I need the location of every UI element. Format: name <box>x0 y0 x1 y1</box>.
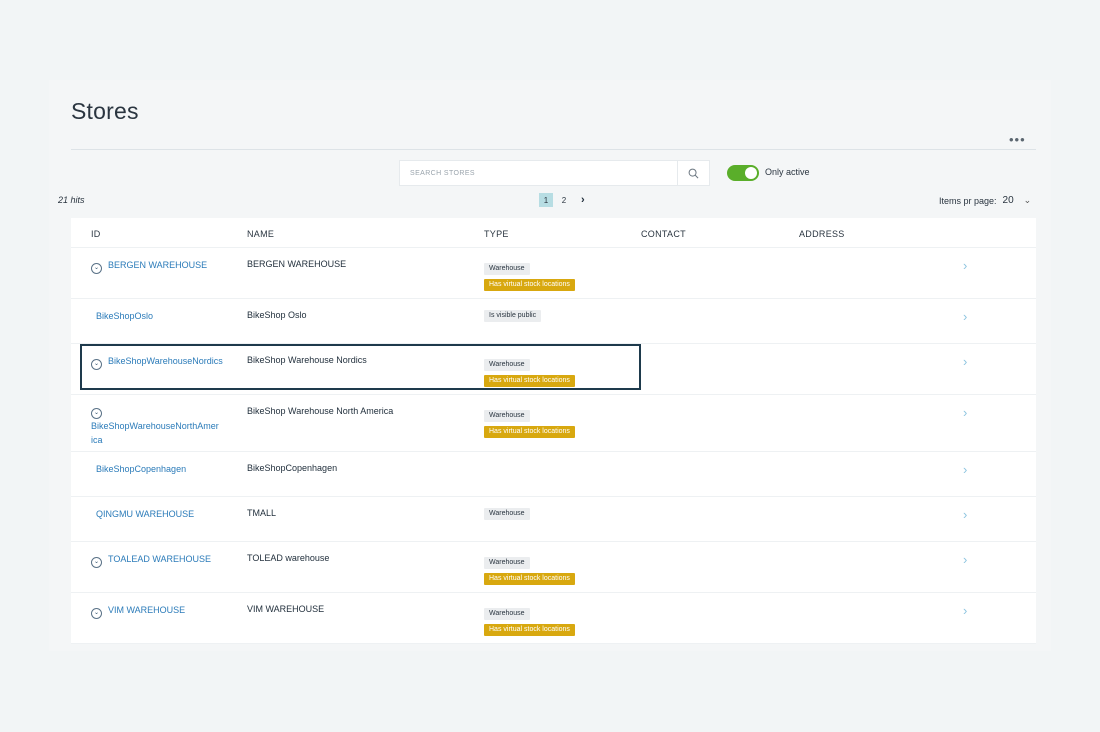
status-badge: Warehouse <box>484 508 530 520</box>
store-name: TOLEAD warehouse <box>247 553 330 563</box>
table-row[interactable]: ⌄ BikeShopWarehouseNorthAmer ica BikeSho… <box>71 395 1036 452</box>
store-name: BikeShopCopenhagen <box>247 463 338 473</box>
store-id-link[interactable]: QINGMU WAREHOUSE <box>96 507 194 521</box>
chevron-down-icon[interactable]: ⌄ <box>91 408 102 419</box>
chevron-right-icon[interactable]: › <box>963 507 967 522</box>
status-badge: Warehouse <box>484 410 530 422</box>
search-bar <box>399 160 710 186</box>
table-header: ID NAME TYPE CONTACT ADDRESS <box>71 218 1036 248</box>
chevron-right-icon[interactable]: › <box>963 552 967 567</box>
store-id-link[interactable]: ⌄ BikeShopWarehouseNorthAmer ica <box>91 403 241 447</box>
store-id-link[interactable]: ⌄ VIM WAREHOUSE <box>91 603 185 619</box>
column-header-address[interactable]: ADDRESS <box>799 229 845 239</box>
title-divider <box>71 149 1036 150</box>
store-name: TMALL <box>247 508 277 518</box>
store-id-link[interactable]: ⌄ TOALEAD WAREHOUSE <box>91 552 211 568</box>
column-header-id[interactable]: ID <box>91 229 101 239</box>
hits-count: 21 hits <box>58 195 85 205</box>
store-type: Warehouse <box>484 507 530 520</box>
store-id-link[interactable]: ⌄ BERGEN WAREHOUSE <box>91 258 207 274</box>
column-header-type[interactable]: TYPE <box>484 229 509 239</box>
status-badge: Is visible public <box>484 310 542 322</box>
more-options-button[interactable]: ••• <box>1009 132 1026 147</box>
status-badge: Has virtual stock locations <box>484 573 575 585</box>
search-button[interactable] <box>677 161 709 185</box>
column-header-name[interactable]: NAME <box>247 229 274 239</box>
column-header-contact[interactable]: CONTACT <box>641 229 686 239</box>
table-row[interactable]: BikeShopOslo BikeShop Oslo Is visible pu… <box>71 299 1036 344</box>
table-row[interactable]: ⌄ VIM WAREHOUSE VIM WAREHOUSE Warehouse H… <box>71 593 1036 644</box>
chevron-down-icon[interactable]: ⌄ <box>91 263 102 274</box>
chevron-right-icon[interactable]: › <box>963 258 967 273</box>
status-badge: Warehouse <box>484 263 530 275</box>
chevron-down-icon[interactable]: ⌄ <box>91 557 102 568</box>
search-input[interactable] <box>400 161 677 185</box>
store-type: Warehouse Has virtual stock locations <box>484 355 575 387</box>
status-badge: Has virtual stock locations <box>484 279 575 291</box>
store-name: BikeShop Warehouse North America <box>247 406 394 416</box>
store-id-link[interactable]: BikeShopCopenhagen <box>96 462 186 476</box>
status-badge: Has virtual stock locations <box>484 375 575 387</box>
store-type: Is visible public <box>484 309 542 322</box>
page-title: Stores <box>71 98 139 124</box>
store-type: Warehouse Has virtual stock locations <box>484 553 575 585</box>
store-id-link[interactable]: BikeShopOslo <box>96 309 153 323</box>
store-type: Warehouse Has virtual stock locations <box>484 604 575 636</box>
chevron-right-icon[interactable]: › <box>963 603 967 618</box>
store-type: Warehouse Has virtual stock locations <box>484 259 575 291</box>
items-per-page-select[interactable]: 20 <box>1003 195 1014 206</box>
chevron-down-icon[interactable]: ⌄ <box>1024 195 1032 206</box>
chevron-down-icon[interactable]: ⌄ <box>91 608 102 619</box>
table-row[interactable]: BikeShopCopenhagen BikeShopCopenhagen › <box>71 452 1036 497</box>
table-row[interactable]: ⌄ BERGEN WAREHOUSE BERGEN WAREHOUSE Wareh… <box>71 248 1036 299</box>
store-name: BERGEN WAREHOUSE <box>247 259 347 269</box>
store-name: BikeShop Warehouse Nordics <box>247 355 367 365</box>
next-page-button[interactable]: › <box>581 194 585 206</box>
chevron-down-icon[interactable]: ⌄ <box>91 359 102 370</box>
store-id-link[interactable]: ⌄ BikeShopWarehouseNordics <box>91 354 223 370</box>
status-badge: Has virtual stock locations <box>484 426 575 438</box>
status-badge: Has virtual stock locations <box>484 624 575 636</box>
pagination: 1 2 › <box>539 193 585 207</box>
stores-table: ID NAME TYPE CONTACT ADDRESS ⌄ BERGEN WAR… <box>71 218 1036 644</box>
chevron-right-icon[interactable]: › <box>963 354 967 369</box>
table-row[interactable]: ⌄ BikeShopWarehouseNordics BikeShop Wareh… <box>71 344 1036 395</box>
chevron-right-icon[interactable]: › <box>963 405 967 420</box>
page-1-button[interactable]: 1 <box>539 193 553 207</box>
store-name: BikeShop Oslo <box>247 310 307 320</box>
only-active-label: Only active <box>765 167 810 177</box>
store-name: VIM WAREHOUSE <box>247 604 325 614</box>
table-row[interactable]: QINGMU WAREHOUSE TMALL Warehouse › <box>71 497 1036 542</box>
chevron-right-icon[interactable]: › <box>963 462 967 477</box>
status-badge: Warehouse <box>484 359 530 371</box>
store-type: Warehouse Has virtual stock locations <box>484 406 575 438</box>
status-badge: Warehouse <box>484 608 530 620</box>
items-per-page-label: Items pr page: <box>939 195 997 206</box>
search-icon <box>688 168 699 178</box>
table-row[interactable]: ⌄ TOALEAD WAREHOUSE TOLEAD warehouse Ware… <box>71 542 1036 593</box>
items-per-page: Items pr page: 20 ⌄ <box>939 195 1031 206</box>
only-active-toggle[interactable] <box>727 165 759 181</box>
status-badge: Warehouse <box>484 557 530 569</box>
page-2-button[interactable]: 2 <box>557 193 571 207</box>
chevron-right-icon[interactable]: › <box>963 309 967 324</box>
stores-panel: Stores ••• Only active 21 hits 1 2 › Ite… <box>49 80 1051 651</box>
